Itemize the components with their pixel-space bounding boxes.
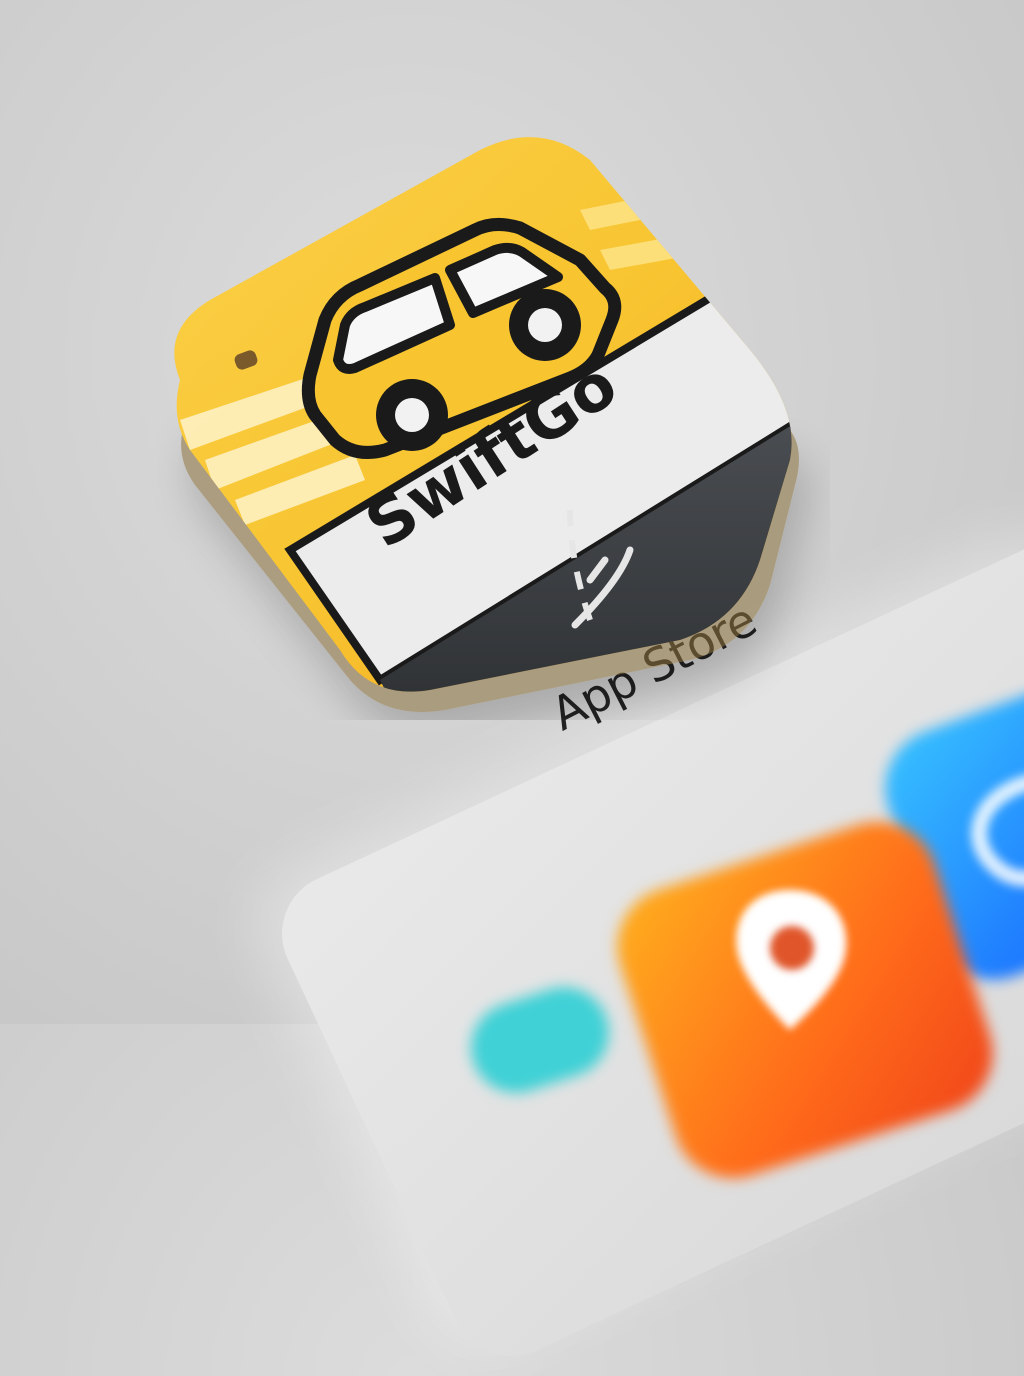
home-screen: App Store (0, 0, 1024, 1376)
swirl-glyph-icon (971, 775, 1024, 887)
map-pin-icon (736, 890, 847, 1030)
swiftgo-app-icon[interactable]: SwiftGo (150, 120, 830, 720)
